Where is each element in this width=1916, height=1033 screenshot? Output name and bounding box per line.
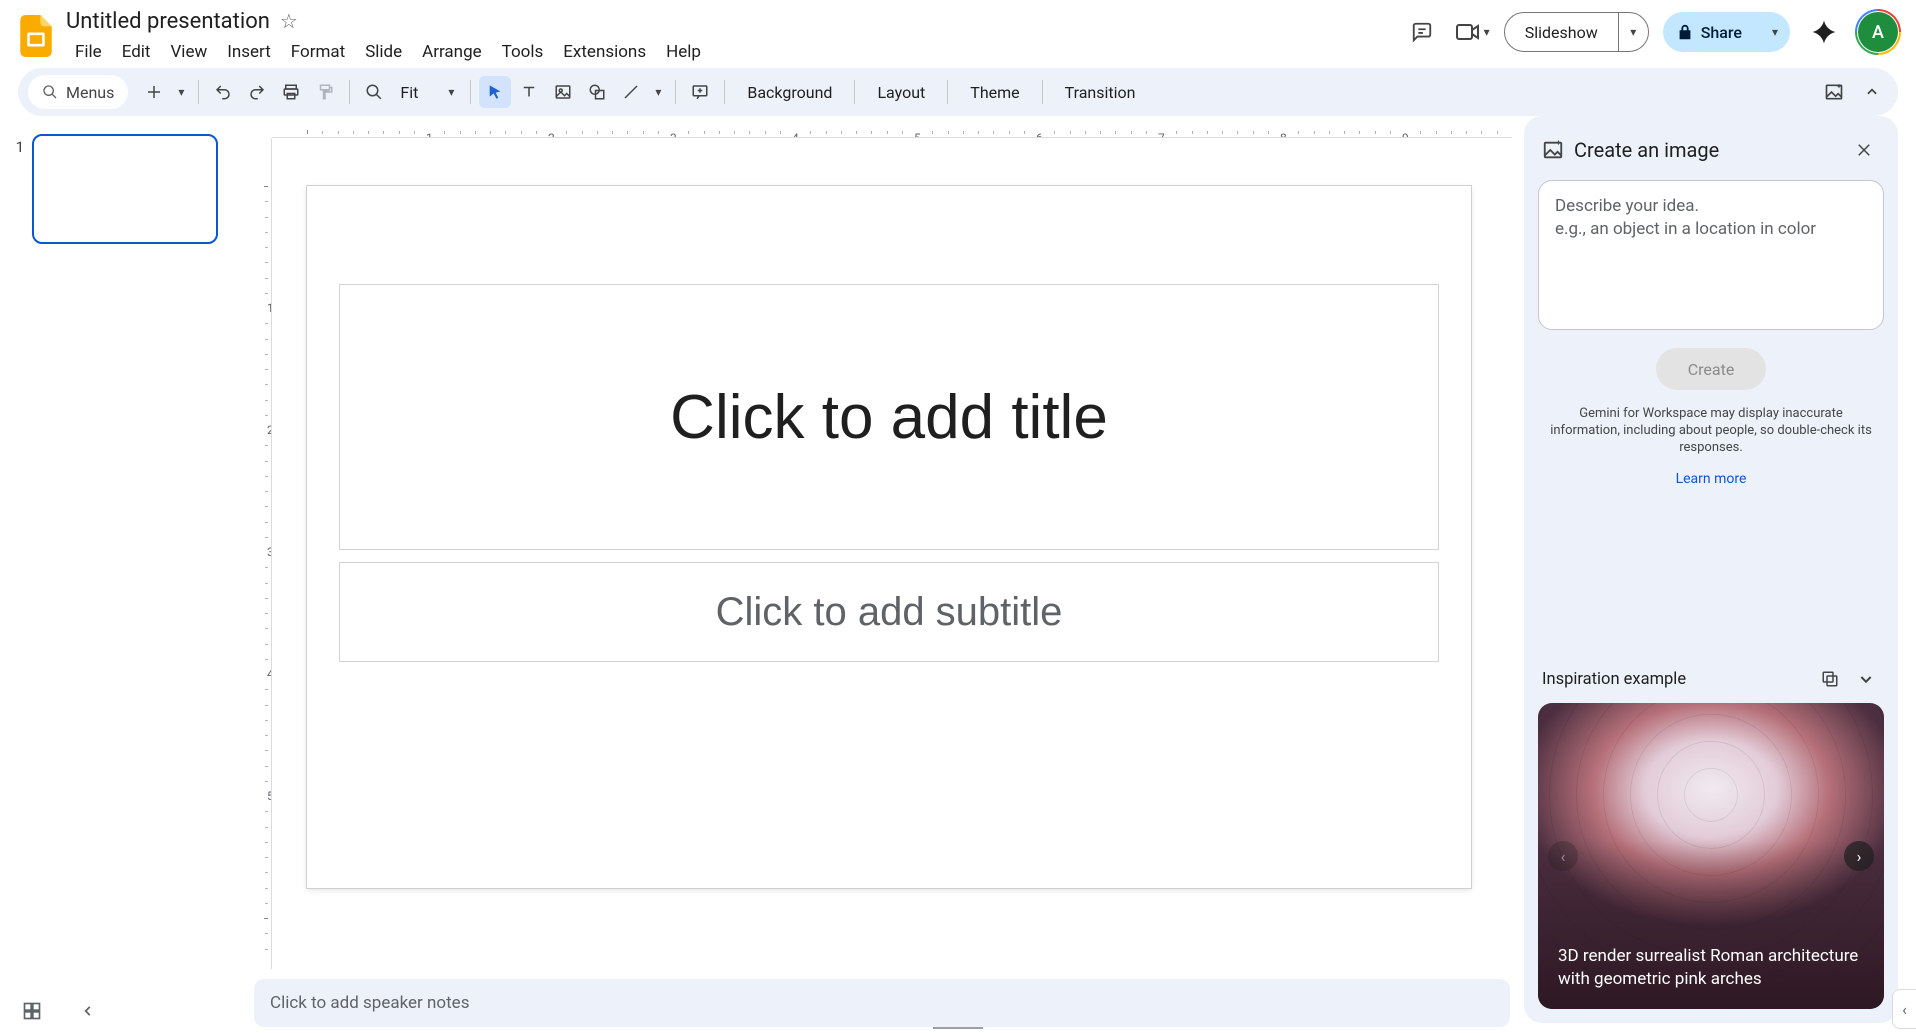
create-button: Create — [1656, 348, 1766, 390]
bottom-strip — [18, 997, 102, 1025]
star-icon[interactable]: ☆ — [280, 9, 298, 33]
theme-button[interactable]: Theme — [956, 76, 1033, 108]
collapse-toolbar-button[interactable] — [1856, 76, 1888, 108]
title-column: Untitled presentation ☆ File Edit View I… — [66, 8, 710, 66]
menu-bar: File Edit View Insert Format Slide Arran… — [66, 38, 710, 66]
menu-insert[interactable]: Insert — [218, 38, 280, 66]
inspiration-title: Inspiration example — [1542, 670, 1808, 689]
zoom-select[interactable]: Fit ▾ — [392, 76, 462, 108]
paint-format-button — [309, 76, 341, 108]
toolbar: Menus ▾ Fit ▾ ▾ Background Layout Theme … — [18, 68, 1898, 116]
slide-canvas-area[interactable]: Click to add title Click to add subtitle — [272, 138, 1516, 969]
comment-tool[interactable] — [684, 76, 716, 108]
line-tool-dropdown[interactable]: ▾ — [649, 76, 667, 108]
menu-tools[interactable]: Tools — [493, 38, 553, 66]
inspiration-card[interactable]: ‹ › 3D render surrealist Roman architect… — [1538, 703, 1884, 1009]
select-tool[interactable] — [479, 76, 511, 108]
share-button[interactable]: Share — [1663, 23, 1760, 42]
slide-number: 1 — [10, 134, 24, 1015]
account-avatar[interactable]: A — [1858, 12, 1898, 52]
menu-file[interactable]: File — [66, 38, 111, 66]
new-slide-button[interactable] — [138, 76, 170, 108]
lock-icon — [1677, 23, 1693, 41]
filmstrip[interactable]: 1 — [0, 116, 248, 1033]
menu-format[interactable]: Format — [282, 38, 354, 66]
title-bar: Untitled presentation ☆ File Edit View I… — [0, 0, 1916, 64]
search-icon — [42, 84, 58, 100]
meet-button[interactable]: ▾ — [1456, 22, 1490, 42]
line-tool[interactable] — [615, 76, 647, 108]
notes-splitter[interactable] — [933, 1027, 983, 1033]
gemini-button[interactable] — [1804, 12, 1844, 52]
title-placeholder[interactable]: Click to add title — [339, 284, 1439, 550]
menu-slide[interactable]: Slide — [356, 38, 411, 66]
document-title[interactable]: Untitled presentation — [66, 9, 270, 34]
transition-button[interactable]: Transition — [1051, 76, 1150, 108]
title-right: ▾ Slideshow ▾ Share ▾ A — [1402, 8, 1898, 52]
inspiration-section: Inspiration example ‹ › 3D render surrea… — [1538, 665, 1884, 1009]
panel-title: Create an image — [1574, 138, 1838, 162]
search-menus[interactable]: Menus — [28, 75, 128, 109]
horizontal-ruler[interactable]: 123456789 — [272, 116, 1512, 138]
shape-tool[interactable] — [581, 76, 613, 108]
collapse-filmstrip-button[interactable] — [74, 997, 102, 1025]
textbox-tool[interactable] — [513, 76, 545, 108]
menu-arrange[interactable]: Arrange — [413, 38, 490, 66]
menu-view[interactable]: View — [161, 38, 216, 66]
menu-extensions[interactable]: Extensions — [554, 38, 655, 66]
share-dropdown[interactable]: ▾ — [1760, 12, 1790, 52]
slide[interactable]: Click to add title Click to add subtitle — [307, 186, 1471, 888]
share-button-group: Share ▾ — [1663, 12, 1790, 52]
layout-button[interactable]: Layout — [863, 76, 939, 108]
subtitle-placeholder[interactable]: Click to add subtitle — [339, 562, 1439, 662]
undo-button[interactable] — [207, 76, 239, 108]
menu-help[interactable]: Help — [657, 38, 710, 66]
slides-app-icon[interactable] — [18, 12, 54, 60]
gemini-disclaimer: Gemini for Workspace may display inaccur… — [1538, 406, 1884, 457]
slide-thumbnail-1[interactable] — [32, 134, 218, 244]
menus-label: Menus — [66, 83, 114, 102]
collapse-inspiration-button[interactable] — [1852, 665, 1880, 693]
speaker-notes-placeholder: Click to add speaker notes — [270, 993, 469, 1013]
slideshow-button-group: Slideshow ▾ — [1504, 12, 1649, 52]
show-side-panel-tab[interactable]: ‹ — [1892, 989, 1916, 1029]
create-image-panel: Create an image Describe your idea. e.g.… — [1524, 116, 1898, 1023]
vertical-ruler[interactable]: 12345 — [248, 138, 272, 969]
close-icon — [1855, 141, 1873, 159]
inspiration-prev[interactable]: ‹ — [1548, 841, 1578, 871]
new-slide-dropdown[interactable]: ▾ — [172, 76, 190, 108]
slideshow-dropdown[interactable]: ▾ — [1618, 13, 1648, 51]
prompt-input[interactable]: Describe your idea. e.g., an object in a… — [1538, 180, 1884, 330]
comments-button[interactable] — [1402, 12, 1442, 52]
learn-more-link[interactable]: Learn more — [1538, 471, 1884, 487]
meet-caret-icon[interactable]: ▾ — [1484, 25, 1490, 39]
close-panel-button[interactable] — [1848, 134, 1880, 166]
share-label: Share — [1701, 23, 1742, 42]
zoom-tool-button[interactable] — [358, 76, 390, 108]
menu-edit[interactable]: Edit — [113, 38, 160, 66]
inspiration-next[interactable]: › — [1844, 841, 1874, 871]
redo-button[interactable] — [241, 76, 273, 108]
image-tool[interactable] — [547, 76, 579, 108]
explore-button[interactable] — [18, 997, 46, 1025]
chevron-down-icon: ▾ — [448, 85, 454, 99]
copy-prompt-button[interactable] — [1816, 665, 1844, 693]
zoom-value: Fit — [400, 83, 418, 102]
background-button[interactable]: Background — [733, 76, 846, 108]
inspiration-caption: 3D render surrealist Roman architecture … — [1558, 945, 1864, 991]
create-image-icon — [1542, 139, 1564, 161]
speaker-notes[interactable]: Click to add speaker notes — [254, 979, 1510, 1027]
print-button[interactable] — [275, 76, 307, 108]
gemini-image-toolbar-button[interactable] — [1818, 76, 1850, 108]
slideshow-button[interactable]: Slideshow — [1505, 23, 1618, 42]
